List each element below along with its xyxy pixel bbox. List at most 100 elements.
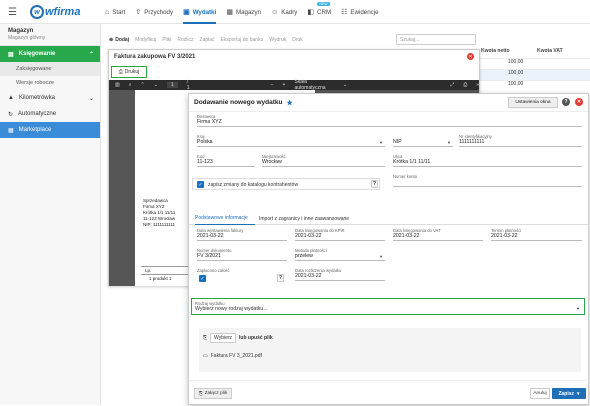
close-icon[interactable]: ✕ <box>575 98 583 106</box>
nav-label: Kadry <box>281 8 298 16</box>
modal-footer: ⎘ Załącz plik Anuluj Zapisz ▾ <box>189 380 590 406</box>
city-field[interactable]: Miejscowość Wrocław <box>262 154 385 167</box>
income-icon: ⇧ <box>135 9 142 16</box>
sidebar-toggle-icon[interactable]: ▥ <box>115 82 120 88</box>
cancel-button[interactable]: Anuluj <box>530 388 550 399</box>
dropdown-icon: ▼ <box>379 254 383 259</box>
window-settings-button[interactable]: Ustawienia okna <box>508 97 558 108</box>
help-icon[interactable]: ? <box>562 98 570 106</box>
field-value: NIP <box>393 139 402 145</box>
sidebar-item-wersje-robocze[interactable]: Wersje robocze <box>0 76 100 90</box>
table-row[interactable]: 100,00 <box>478 80 590 91</box>
printout-button[interactable]: Wydruk <box>269 37 286 43</box>
column-header[interactable]: Kwota netto <box>478 48 534 58</box>
print-icon[interactable]: ⎙ <box>463 82 467 88</box>
logo[interactable]: w wfirma <box>30 4 80 20</box>
save-button[interactable]: Zapisz ▾ <box>552 388 586 399</box>
field-value <box>393 179 582 186</box>
modify-button[interactable]: Modyfikuj <box>135 37 156 43</box>
more-icon[interactable]: » <box>476 82 479 88</box>
chevron-down-icon: ⌄ <box>342 82 348 88</box>
menu-icon[interactable]: ☰ <box>8 7 17 18</box>
table-row[interactable]: 100,00 <box>478 58 590 69</box>
nav-przychody[interactable]: ⇧ Przychody <box>135 0 173 24</box>
sidebar-item-zaksiegowane[interactable]: Zaksięgowane <box>0 62 100 76</box>
grid-icon: ▦ <box>8 127 14 134</box>
vat-date-field[interactable]: Data księgowania do VAT 2021-03-22 <box>393 228 483 241</box>
field-value: FV 3/2021 <box>197 253 221 259</box>
pay-button[interactable]: Zapłać <box>200 37 215 43</box>
table-cell: 100,00 <box>508 59 524 65</box>
account-number-field[interactable]: Numer konta <box>393 174 582 187</box>
field-value: 1111111111 <box>459 139 485 145</box>
arrow-up-icon[interactable]: ⌃ <box>141 82 145 88</box>
refresh-icon: ↻ <box>8 111 14 118</box>
sidebar-item-kilometrowka[interactable]: ▲ Kilometrówka ⌄ <box>0 90 100 106</box>
invoice-window-title: Faktura zakupowa FV 3/2021 <box>114 54 196 60</box>
paid-checkbox[interactable]: ✓ <box>199 275 206 282</box>
id-number-field[interactable]: Nr identyfikacyjny 1111111111 <box>459 134 582 147</box>
nav-ewidencje[interactable]: ☷ Ewidencje <box>341 0 379 24</box>
due-date-field[interactable]: Termin płatności 2021-03-22 <box>491 228 582 241</box>
page-number-input[interactable]: 1 <box>166 82 178 88</box>
kpir-date-field[interactable]: Data księgowania do KPiR 2021-03-22 <box>295 228 385 241</box>
street-field[interactable]: Ulica Krótka 1/1 11/11 <box>393 154 582 167</box>
printer-icon: ⎙ <box>118 69 123 75</box>
button-label: Załącz plik <box>204 391 228 396</box>
column-header[interactable]: Kwota VAT <box>534 48 590 58</box>
nav-kadry[interactable]: ☺ Kadry <box>271 0 297 24</box>
nav-wydatki[interactable]: ▣ Wydatki <box>183 0 217 24</box>
zoom-out-icon[interactable]: − <box>271 82 274 88</box>
chevron-up-icon: ⌃ <box>88 51 94 58</box>
zoom-in-icon[interactable]: + <box>283 82 286 88</box>
files-button[interactable]: Pliki <box>162 37 171 43</box>
nav-crm[interactable]: ◧ CRM NEW <box>307 0 331 24</box>
help-button[interactable]: ? <box>371 180 378 188</box>
search-icon[interactable]: ⌕ <box>129 82 132 88</box>
new-badge: NEW <box>317 2 330 6</box>
attachment-dropzone[interactable]: ⎘ Wybierz lub upuść plik ▭ Faktura FV 3_… <box>199 328 581 372</box>
fullscreen-icon[interactable]: ⤢ <box>450 82 454 88</box>
tab-basic-info[interactable]: Podstawowe informacje <box>195 212 255 225</box>
payment-method-select[interactable]: Metoda płatności przelew ▼ <box>295 248 385 261</box>
arrow-down-icon[interactable]: ⌄ <box>154 82 158 88</box>
logo-mark: w <box>30 5 44 19</box>
paperclip-icon: ⎘ <box>198 391 203 397</box>
attach-file-button[interactable]: ⎘ Załącz plik <box>194 388 232 399</box>
sidebar-item-automatyczne[interactable]: ↻ Automatyczne <box>0 106 100 122</box>
search-input[interactable]: Szukaj... <box>396 34 476 45</box>
choose-file-button[interactable]: Wybierz <box>210 333 237 343</box>
settle-button[interactable]: Rozlicz <box>177 37 193 43</box>
nav-magazyn[interactable]: ▦ Magazyn <box>226 0 261 24</box>
print-button[interactable]: Druk <box>292 37 303 43</box>
bank-export-button[interactable]: Eksportuj do banku <box>221 37 264 43</box>
id-type-select[interactable]: NIP ▼ <box>393 134 453 147</box>
attached-file[interactable]: ▭ Faktura FV 3_2021.pdf <box>203 353 262 359</box>
help-button[interactable]: ? <box>277 274 284 282</box>
sidebar-label: Księgowanie <box>18 51 56 57</box>
issue-date-field[interactable]: Data wystawienia faktury 2021-03-22 <box>197 228 287 241</box>
add-button[interactable]: ⊕ Dodaj <box>109 37 129 43</box>
document-number-field[interactable]: Numer dokumentu FV 3/2021 <box>197 248 287 261</box>
tab-import-advanced[interactable]: Import z zagranicy i inne zaawansowane <box>259 212 359 225</box>
pdf-table-cell: 1 produkt 1 <box>149 276 172 281</box>
settle-date-field[interactable]: Data rozliczenia wydatku 2021-03-22 <box>295 268 385 281</box>
zip-field[interactable]: Kod 11-123 <box>197 154 255 167</box>
field-value: 2021-03-22 <box>295 273 322 279</box>
print-invoice-button[interactable]: ⎙ Drukuj <box>111 66 147 78</box>
contractor-field[interactable]: Dostawca Firma XYZ <box>197 114 582 127</box>
sidebar-item-ksiegowanie[interactable]: ▤ Księgowanie ⌃ <box>0 46 100 62</box>
company-selector[interactable]: Magazyn Magazyn główny <box>0 24 100 46</box>
table-row[interactable]: 100,00 <box>478 69 590 80</box>
field-value: Wybierz nowy rodzaj wydatku... <box>195 306 268 312</box>
nav-start[interactable]: ⌂ Start <box>105 0 125 24</box>
close-icon[interactable]: ✕ <box>467 53 474 60</box>
star-icon[interactable]: ★ <box>286 99 292 107</box>
country-select[interactable]: Kraj Polska ▼ <box>197 134 385 147</box>
nav-label: Magazyn <box>235 8 262 16</box>
save-contractor-checkbox[interactable]: ✓ <box>197 181 204 188</box>
chevron-down-icon[interactable]: ▾ <box>577 391 580 397</box>
expense-type-select[interactable]: Rodzaj wydatku Wybierz nowy rodzaj wydat… <box>191 298 585 315</box>
dropdown-icon: ▼ <box>576 306 580 311</box>
sidebar-item-marketplace[interactable]: ▦ Marketplace <box>0 122 100 138</box>
